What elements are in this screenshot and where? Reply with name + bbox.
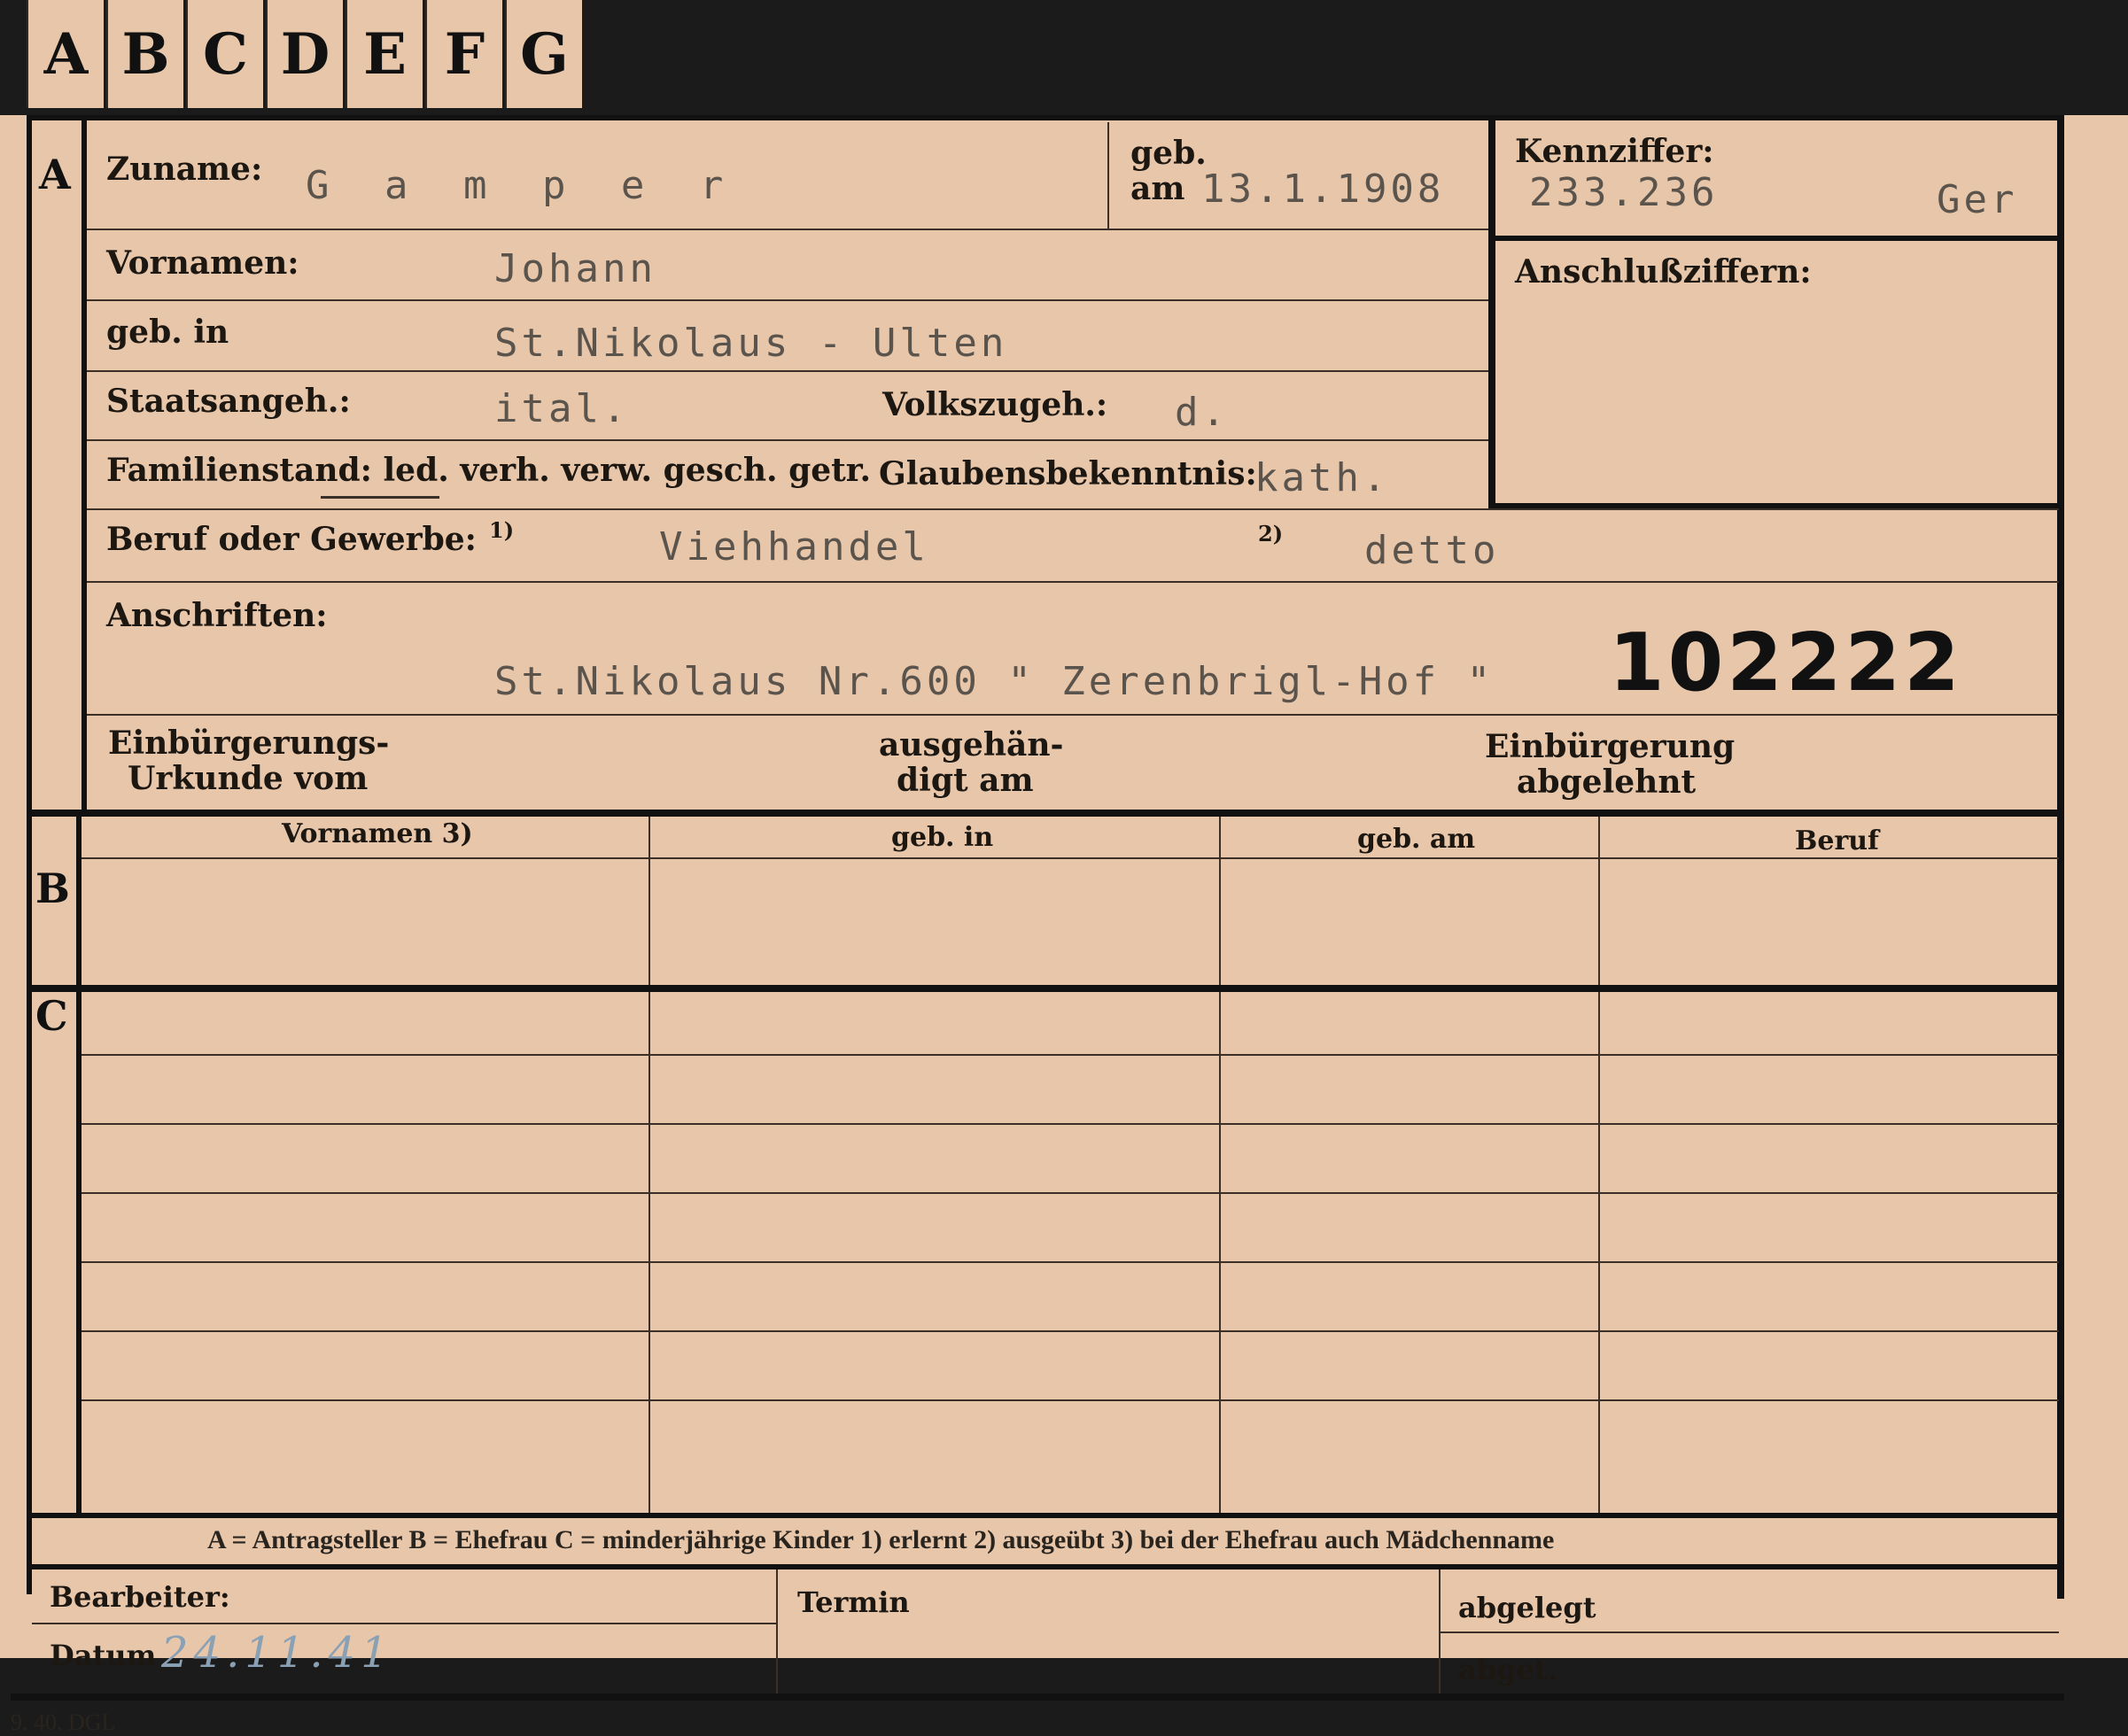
geb-divider <box>1107 122 1109 229</box>
register-tabs: A B C D E F G <box>27 0 585 113</box>
termin-divider <box>776 1569 778 1693</box>
geb-am-label: am <box>1130 170 1185 207</box>
geb-am-value: 13.1.1908 <box>1201 167 1445 212</box>
abgelegt-rule <box>1441 1631 2059 1633</box>
einb-abgelehnt-label-2: abgelehnt <box>1517 763 1697 801</box>
tab-d[interactable]: D <box>266 0 343 108</box>
child-row-rule-2 <box>82 1123 2059 1125</box>
familienstand-label: Familienstand: led. verh. verw. gesch. g… <box>106 452 871 489</box>
section-b-top <box>27 810 2064 817</box>
tab-b[interactable]: B <box>106 0 183 108</box>
beruf-note2: 2) <box>1258 521 1284 546</box>
staatsangeh-value: ital. <box>494 386 630 431</box>
legend-bottom <box>27 1564 2064 1569</box>
glaubens-value: kath. <box>1254 455 1390 500</box>
col-divider-2 <box>1219 817 1221 1515</box>
termin-label: Termin <box>797 1585 910 1619</box>
rule-row4 <box>87 439 1488 441</box>
zuname-value: G a m p e r <box>306 163 740 208</box>
anschriften-label: Anschriften: <box>106 597 328 634</box>
rule-row3 <box>87 370 1488 372</box>
kennziffer-label: Kennziffer: <box>1515 133 1714 170</box>
col-divider-3 <box>1598 817 1600 1515</box>
vornamen-value: Johann <box>494 246 656 291</box>
col-header-beruf: Beruf <box>1795 825 1879 856</box>
beruf-value1: Viehhandel <box>659 524 929 570</box>
volkszugeh-label: Volkszugeh.: <box>882 386 1108 423</box>
col-header-vornamen: Vornamen 3) <box>282 818 473 849</box>
kennziffer-suffix: Ger <box>1937 177 2018 222</box>
tab-e[interactable]: E <box>346 0 423 108</box>
top-border <box>27 115 2064 120</box>
child-row-rule-4 <box>82 1261 2059 1263</box>
section-a-mark: A <box>39 151 71 198</box>
einb-urkunde-label-2: Urkunde vom <box>128 760 369 797</box>
section-bc-divider <box>76 815 82 1517</box>
glaubens-label: Glaubensbekenntnis: <box>879 455 1257 492</box>
kennziffer-value: 233.236 <box>1529 170 1719 215</box>
gebin-value: St.Nikolaus - Ulten <box>494 321 1008 366</box>
gebin-label: geb. in <box>106 314 229 351</box>
anschlussziffern-label: Anschlußziffern: <box>1515 253 1812 291</box>
ausgehaend-label-1: ausgehän- <box>879 726 1064 763</box>
bearbeiter-rule <box>32 1623 776 1624</box>
beruf-value2: detto <box>1364 528 1500 573</box>
legend-text: A = Antragsteller B = Ehefrau C = minder… <box>207 1525 1555 1554</box>
vornamen-label: Vornamen: <box>106 244 299 282</box>
einb-abgelehnt-label-1: Einbürgerung <box>1485 728 1736 765</box>
tab-g[interactable]: G <box>505 0 582 108</box>
card-number: 102222 <box>1609 616 1963 709</box>
zuname-label: Zuname: <box>106 151 263 188</box>
left-border <box>27 115 32 1594</box>
tab-a[interactable]: A <box>27 0 104 108</box>
rule-row6 <box>87 581 2059 583</box>
familienstand-underline <box>321 496 439 499</box>
section-a-divider <box>82 115 87 815</box>
rule-row2 <box>87 299 1488 301</box>
bearbeiter-label: Bearbeiter: <box>50 1580 230 1614</box>
kennziffer-separator <box>1495 236 2059 241</box>
child-row-rule-3 <box>82 1192 2059 1194</box>
tab-f[interactable]: F <box>425 0 502 108</box>
table-header-rule <box>82 857 2059 859</box>
section-b-mark: B <box>35 864 70 912</box>
anschriften-value: St.Nikolaus Nr.600 " Zerenbrigl-Hof " <box>494 659 1495 704</box>
beruf-label: Beruf oder Gewerbe: <box>106 521 477 558</box>
child-row-rule-5 <box>82 1330 2059 1332</box>
datum-value: 24.11.41 <box>161 1628 393 1678</box>
section-c-mark: C <box>35 992 68 1040</box>
kennziffer-box-left <box>1488 120 1495 510</box>
staatsangeh-label: Staatsangeh.: <box>106 383 351 420</box>
volkszugeh-value: d. <box>1175 390 1229 435</box>
einb-urkunde-label-1: Einbürgerungs- <box>108 725 390 762</box>
child-row-rule-1 <box>82 1054 2059 1056</box>
rule-row5 <box>87 508 2059 510</box>
registration-card: A Zuname: G a m p e r geb. am 13.1.1908 … <box>0 115 2128 1735</box>
legend-top <box>27 1513 2064 1518</box>
section-c-top <box>27 985 2064 992</box>
rule-row1 <box>87 229 1488 230</box>
child-row-rule-6 <box>82 1399 2059 1401</box>
abgelegt-label: abgelegt <box>1458 1591 1596 1624</box>
rule-row7 <box>87 714 2059 716</box>
ausgehaend-label-2: digt am <box>897 762 1034 799</box>
beruf-note1: 1) <box>489 517 515 543</box>
col-divider-1 <box>648 817 650 1515</box>
card-bottom-border <box>11 1693 2064 1701</box>
tab-c[interactable]: C <box>186 0 263 108</box>
col-header-gebin: geb. in <box>891 822 994 853</box>
geb-label: geb. <box>1130 135 1207 172</box>
col-header-gebam: geb. am <box>1357 824 1476 855</box>
datum-label: Datum <box>50 1639 157 1672</box>
print-code: 9. 40. DGL <box>11 1709 116 1735</box>
